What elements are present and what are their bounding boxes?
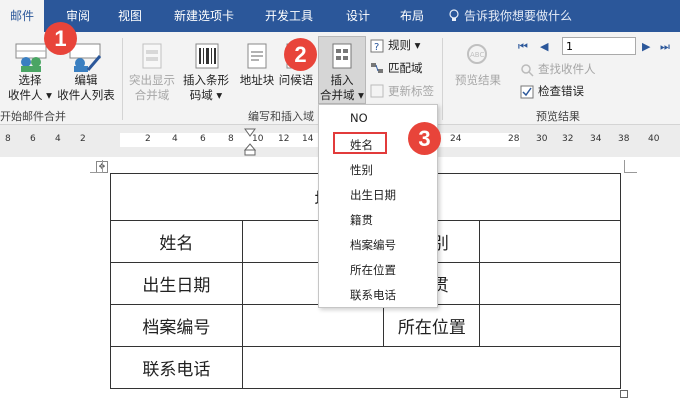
ruler-number: 28 <box>508 134 520 144</box>
edit-recipients-label-2: 收件人列表 <box>57 88 115 102</box>
group-start-mail-merge: 开始邮件合并 <box>0 110 66 123</box>
ruler-number: 2 <box>80 134 86 144</box>
insert-barcode-label-2: 码域 ▾ <box>189 88 223 102</box>
group-write-insert-fields: 编写和插入域 <box>248 110 314 123</box>
selected-field-highlight <box>333 132 387 154</box>
svg-text:?: ? <box>374 42 379 53</box>
tab-developer[interactable]: 开发工具 <box>256 0 322 32</box>
table-cell[interactable]: 档案编号 <box>110 304 243 347</box>
find-recipient-button[interactable]: 查找收件人 <box>538 62 596 77</box>
highlight-fields-label-1: 突出显示 <box>129 73 175 87</box>
preview-results-button[interactable]: 预览结果 <box>450 73 506 88</box>
address-block-icon <box>247 43 267 69</box>
callout-badge-1: 1 <box>44 22 77 55</box>
table-cell[interactable]: 出生日期 <box>110 262 243 305</box>
ruler-number: 30 <box>536 134 548 144</box>
insert-barcode-label-1: 插入条形 <box>183 73 229 87</box>
select-recipients-label-1: 选择 <box>18 73 42 87</box>
tab-view[interactable]: 视图 <box>108 0 152 32</box>
table-row: 联系电话 <box>110 346 622 389</box>
edit-recipients-label-1: 编辑 <box>74 73 98 87</box>
merge-field-item[interactable]: NO <box>350 111 368 125</box>
greeting-line-button[interactable]: 问候语 <box>276 73 316 88</box>
margin-crop-mark <box>624 160 637 173</box>
table-resize-handle[interactable] <box>620 390 628 398</box>
table-cell[interactable] <box>241 304 385 347</box>
highlight-merge-fields-button[interactable]: 突出显示 合并域 <box>126 73 178 103</box>
ruler-number: 34 <box>590 134 602 144</box>
next-record-icon[interactable]: ▶ <box>642 40 650 53</box>
update-labels-icon <box>370 84 384 98</box>
previous-record-icon[interactable]: ◀ <box>540 40 548 53</box>
indent-marker-icon[interactable] <box>244 128 256 156</box>
merge-field-item[interactable]: 档案编号 <box>350 237 396 253</box>
margin-crop-mark <box>90 160 103 173</box>
callout-badge-3: 3 <box>408 122 441 155</box>
ruler-number: 14 <box>302 134 314 144</box>
merge-field-item[interactable]: 联系电话 <box>350 287 396 303</box>
record-number-input[interactable] <box>562 37 636 55</box>
tab-layout[interactable]: 布局 <box>390 0 434 32</box>
rules-button[interactable]: 规则 ▾ <box>388 38 420 53</box>
check-errors-icon <box>520 85 534 99</box>
barcode-icon <box>195 43 219 69</box>
ruler-number: 4 <box>55 134 61 144</box>
ruler-number: 6 <box>200 134 206 144</box>
lightbulb-icon <box>449 9 459 21</box>
group-preview-results: 预览结果 <box>536 110 580 123</box>
tab-design[interactable]: 设计 <box>336 0 380 32</box>
last-record-icon[interactable]: ⏭ <box>660 40 670 54</box>
table-cell[interactable]: 所在位置 <box>383 304 481 347</box>
table-cell[interactable] <box>241 346 622 389</box>
insert-merge-field-label-2: 合并域 ▾ <box>320 88 364 102</box>
ruler-number: 8 <box>228 134 234 144</box>
ruler-number: 38 <box>618 134 630 144</box>
group-separator <box>442 38 443 120</box>
find-recipient-icon <box>521 64 534 77</box>
table-cell[interactable]: 联系电话 <box>110 346 243 389</box>
check-errors-button[interactable]: 检查错误 <box>538 84 584 99</box>
insert-barcode-button[interactable]: 插入条形 码域 ▾ <box>178 73 234 103</box>
table-cell[interactable] <box>479 262 621 305</box>
svg-text:ABC: ABC <box>470 51 484 59</box>
merge-field-item[interactable]: 出生日期 <box>350 187 396 203</box>
insert-merge-field-label-1: 插入 <box>330 73 354 87</box>
ruler-number: 32 <box>562 134 574 144</box>
table-cell[interactable]: 姓名 <box>110 220 243 263</box>
ruler-number: 6 <box>30 134 36 144</box>
ruler-number: 2 <box>145 134 151 144</box>
tab-mailings[interactable]: 邮件 <box>0 0 44 32</box>
callout-badge-2: 2 <box>284 38 317 71</box>
table-cell[interactable] <box>479 220 621 263</box>
rules-icon: ? <box>370 39 384 53</box>
highlight-fields-label-2: 合并域 <box>134 88 170 102</box>
ruler-number: 24 <box>450 134 462 144</box>
merge-field-item[interactable]: 所在位置 <box>350 262 396 278</box>
select-recipients-icon <box>15 43 47 72</box>
ruler-number: 8 <box>5 134 11 144</box>
select-recipients-button[interactable]: 选择 收件人 ▾ <box>4 73 56 103</box>
table-cell[interactable] <box>479 304 621 347</box>
preview-results-icon: ABC <box>467 44 487 64</box>
ruler-number: 12 <box>278 134 290 144</box>
first-record-icon[interactable]: ⏮ <box>518 40 528 54</box>
match-fields-icon <box>371 63 383 73</box>
group-separator <box>122 38 123 120</box>
select-recipients-label-2: 收件人 ▾ <box>8 88 52 102</box>
insert-merge-field-icon <box>332 43 352 69</box>
edit-recipients-button[interactable]: 编辑 收件人列表 <box>52 73 120 103</box>
ruler-number: 4 <box>172 134 178 144</box>
table-row: 档案编号 所在位置 <box>110 304 621 347</box>
merge-field-item[interactable]: 性别 <box>350 162 373 178</box>
tab-new-tab[interactable]: 新建选项卡 <box>166 0 242 32</box>
match-fields-button[interactable]: 匹配域 <box>388 61 423 76</box>
insert-merge-field-label: 插入 合并域 ▾ <box>318 73 366 103</box>
update-labels-button[interactable]: 更新标签 <box>388 84 434 99</box>
tell-me-search[interactable]: 告诉我你想要做什么 <box>464 0 572 32</box>
highlight-fields-icon <box>142 43 162 69</box>
address-block-button[interactable]: 地址块 <box>238 73 276 88</box>
ruler-number: 40 <box>648 134 660 144</box>
merge-field-item[interactable]: 籍贯 <box>350 212 373 228</box>
